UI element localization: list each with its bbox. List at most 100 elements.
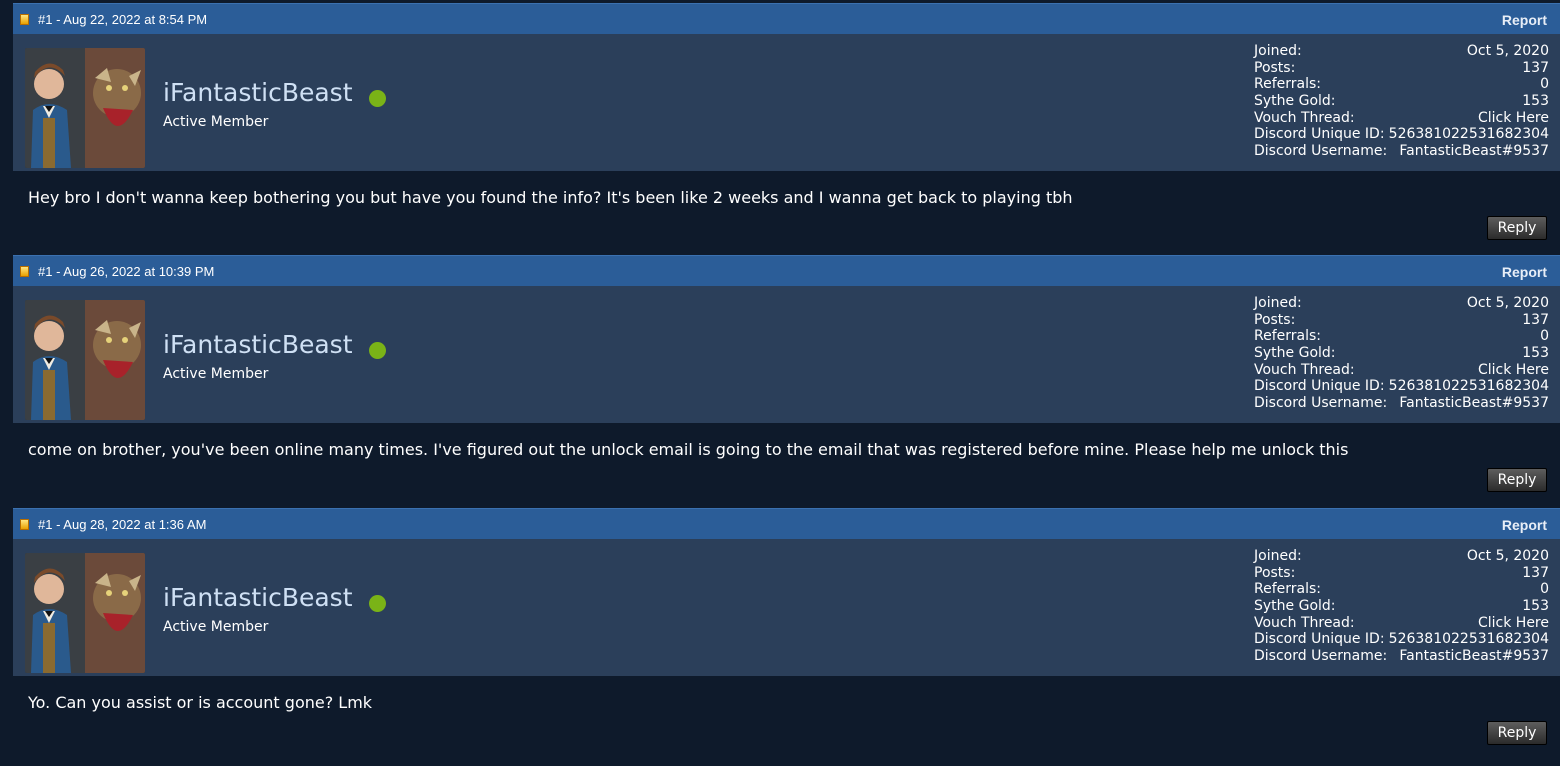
stat-vouch-thread: Vouch Thread: Click Here	[1254, 110, 1549, 127]
post-header: #1 - Aug 22, 2022 at 8:54 PM Report	[13, 3, 1560, 34]
user-info-panel: iFantasticBeast Active Member Joined: Oct…	[13, 539, 1560, 676]
user-info-panel: iFantasticBeast Active Member Joined: Oct…	[13, 34, 1560, 171]
stat-gold: Sythe Gold: 153	[1254, 345, 1549, 362]
stat-referrals: Referrals: 0	[1254, 328, 1549, 345]
post: #1 - Aug 26, 2022 at 10:39 PM Report iFa…	[13, 255, 1560, 505]
stat-label: Discord Unique ID:	[1254, 631, 1385, 648]
user-title: Active Member	[163, 114, 269, 130]
stat-discord-username: Discord Username: FantasticBeast#9537	[1254, 395, 1549, 412]
reply-button[interactable]: Reply	[1487, 721, 1547, 745]
stat-value: 153	[1522, 598, 1549, 615]
stat-posts: Posts: 137	[1254, 60, 1549, 77]
stat-discord-id: Discord Unique ID: 526381022531682304	[1254, 126, 1549, 143]
stat-label: Sythe Gold:	[1254, 93, 1336, 110]
post-message: Hey bro I don't wanna keep bothering you…	[28, 188, 1073, 207]
stat-discord-username: Discord Username: FantasticBeast#9537	[1254, 648, 1549, 665]
report-link[interactable]: Report	[1502, 517, 1547, 533]
stat-value: 137	[1522, 564, 1549, 581]
stat-value: 153	[1522, 345, 1549, 362]
stat-label: Joined:	[1254, 43, 1302, 59]
stat-label: Discord Unique ID:	[1254, 126, 1385, 143]
avatar[interactable]	[25, 300, 145, 420]
stat-value: 526381022531682304	[1388, 378, 1549, 395]
online-status-icon	[369, 342, 386, 359]
stat-value: 526381022531682304	[1388, 126, 1549, 143]
post-date: #1 - Aug 26, 2022 at 10:39 PM	[38, 264, 215, 279]
stat-value: 153	[1522, 93, 1549, 110]
stat-value: Oct 5, 2020	[1466, 548, 1549, 564]
stat-label: Vouch Thread:	[1254, 614, 1355, 631]
stat-label: Discord Unique ID:	[1254, 378, 1385, 395]
stat-value: 137	[1522, 311, 1549, 328]
reply-button[interactable]: Reply	[1487, 216, 1547, 240]
user-stats: Joined: Oct 5, 2020 Posts: 137 Referrals: 0…	[1254, 548, 1549, 665]
online-status-icon	[369, 595, 386, 612]
post: #1 - Aug 28, 2022 at 1:36 AM Report iFan…	[13, 508, 1560, 758]
stat-gold: Sythe Gold: 153	[1254, 93, 1549, 110]
stat-discord-id: Discord Unique ID: 526381022531682304	[1254, 631, 1549, 648]
avatar-image	[25, 553, 145, 673]
post-message: Yo. Can you assist or is account gone? L…	[28, 693, 373, 712]
user-title: Active Member	[163, 366, 269, 382]
stat-gold: Sythe Gold: 153	[1254, 598, 1549, 615]
stat-label: Vouch Thread:	[1254, 361, 1355, 378]
post-body: Hey bro I don't wanna keep bothering you…	[13, 171, 1560, 253]
stat-value: FantasticBeast#9537	[1399, 648, 1549, 665]
stat-joined: Joined: Oct 5, 2020	[1254, 43, 1549, 60]
stat-label: Sythe Gold:	[1254, 345, 1336, 362]
stat-posts: Posts: 137	[1254, 565, 1549, 582]
avatar[interactable]	[25, 553, 145, 673]
stat-value: 137	[1522, 59, 1549, 76]
post: #1 - Aug 22, 2022 at 8:54 PM Report iFan…	[13, 3, 1560, 253]
post-status-icon	[20, 14, 29, 25]
post-body: Yo. Can you assist or is account gone? L…	[13, 676, 1560, 758]
stat-vouch-thread: Vouch Thread: Click Here	[1254, 362, 1549, 379]
reply-button[interactable]: Reply	[1487, 468, 1547, 492]
stat-label: Joined:	[1254, 295, 1302, 311]
post-header: #1 - Aug 28, 2022 at 1:36 AM Report	[13, 508, 1560, 539]
post-date: #1 - Aug 22, 2022 at 8:54 PM	[38, 12, 208, 27]
stat-joined: Joined: Oct 5, 2020	[1254, 548, 1549, 565]
stat-vouch-thread: Vouch Thread: Click Here	[1254, 615, 1549, 632]
stat-label: Vouch Thread:	[1254, 109, 1355, 126]
report-link[interactable]: Report	[1502, 12, 1547, 28]
vouch-thread-link[interactable]: Click Here	[1478, 362, 1549, 379]
thread-post-list: #1 - Aug 22, 2022 at 8:54 PM Report iFan…	[0, 0, 1560, 766]
stat-label: Referrals:	[1254, 76, 1321, 93]
stat-value: FantasticBeast#9537	[1399, 395, 1549, 412]
post-status-icon	[20, 519, 29, 530]
stat-label: Posts:	[1254, 311, 1296, 328]
stat-value: 0	[1540, 581, 1549, 598]
stat-joined: Joined: Oct 5, 2020	[1254, 295, 1549, 312]
vouch-thread-link[interactable]: Click Here	[1478, 615, 1549, 632]
stat-value: 0	[1540, 328, 1549, 345]
stat-label: Discord Username:	[1254, 648, 1388, 665]
user-info-panel: iFantasticBeast Active Member Joined: Oct…	[13, 286, 1560, 423]
user-title: Active Member	[163, 619, 269, 635]
stat-label: Posts:	[1254, 59, 1296, 76]
stat-label: Discord Username:	[1254, 395, 1388, 412]
stat-value: Oct 5, 2020	[1466, 43, 1549, 59]
post-status-icon	[20, 266, 29, 277]
stat-value: Oct 5, 2020	[1466, 295, 1549, 311]
stat-posts: Posts: 137	[1254, 312, 1549, 329]
avatar-image	[25, 48, 145, 168]
stat-referrals: Referrals: 0	[1254, 581, 1549, 598]
avatar[interactable]	[25, 48, 145, 168]
stat-label: Referrals:	[1254, 328, 1321, 345]
report-link[interactable]: Report	[1502, 264, 1547, 280]
username[interactable]: iFantasticBeast	[163, 583, 353, 612]
vouch-thread-link[interactable]: Click Here	[1478, 110, 1549, 127]
username[interactable]: iFantasticBeast	[163, 330, 353, 359]
stat-referrals: Referrals: 0	[1254, 76, 1549, 93]
online-status-icon	[369, 90, 386, 107]
stat-value: FantasticBeast#9537	[1399, 143, 1549, 160]
post-header: #1 - Aug 26, 2022 at 10:39 PM Report	[13, 255, 1560, 286]
stat-value: 526381022531682304	[1388, 631, 1549, 648]
user-stats: Joined: Oct 5, 2020 Posts: 137 Referrals: 0…	[1254, 295, 1549, 412]
post-date: #1 - Aug 28, 2022 at 1:36 AM	[38, 517, 207, 532]
stat-label: Posts:	[1254, 564, 1296, 581]
user-stats: Joined: Oct 5, 2020 Posts: 137 Referrals: 0…	[1254, 43, 1549, 160]
stat-label: Discord Username:	[1254, 143, 1388, 160]
username[interactable]: iFantasticBeast	[163, 78, 353, 107]
